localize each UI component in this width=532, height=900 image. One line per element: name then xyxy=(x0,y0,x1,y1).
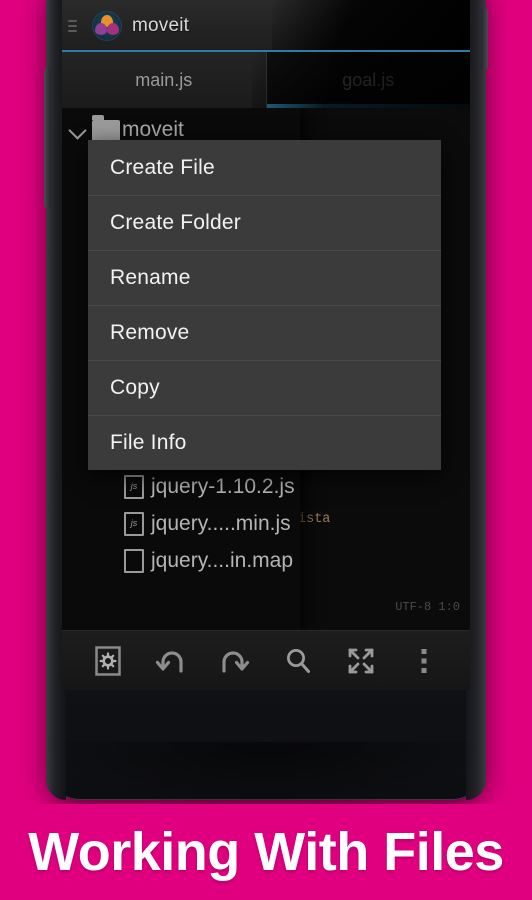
redo-icon[interactable] xyxy=(212,639,256,683)
list-item[interactable]: . jquery....in.map xyxy=(62,542,300,579)
settings-gear-icon[interactable] xyxy=(86,639,130,683)
action-bar: moveit xyxy=(62,0,470,52)
folder-icon xyxy=(92,114,120,141)
menu-item-label: Create File xyxy=(110,155,215,179)
menu-item-copy[interactable]: Copy xyxy=(88,360,441,415)
menu-item-rename[interactable]: Rename xyxy=(88,250,441,305)
menu-item-label: File Info xyxy=(110,431,187,454)
folder-label: moveit xyxy=(122,118,184,141)
menu-item-remove[interactable]: Remove xyxy=(88,305,441,360)
tab-label: goal.js xyxy=(342,69,395,90)
editor-status: UTF-8 1:0 xyxy=(395,600,460,614)
menu-item-create-file[interactable]: Create File xyxy=(88,140,441,195)
file-name: jquery.....min.js xyxy=(151,511,291,535)
tab-main-js[interactable]: main.js xyxy=(62,52,266,108)
overflow-menu-icon[interactable] xyxy=(402,639,446,683)
app-title: moveit xyxy=(132,15,190,36)
chevron-down-icon[interactable] xyxy=(68,120,88,140)
editor-content: goal_page', func n(g) { trin toMM ista l… xyxy=(62,108,470,630)
tab-bar: main.js goal.js xyxy=(62,52,470,108)
generic-file-icon: . xyxy=(124,548,144,573)
moveit-logo-icon xyxy=(92,11,122,41)
tab-goal-js[interactable]: goal.js xyxy=(265,52,470,108)
file-name: jquery-1.10.2.js xyxy=(151,474,295,498)
power-button[interactable] xyxy=(481,8,488,70)
search-icon[interactable] xyxy=(276,639,320,683)
menu-item-label: Rename xyxy=(110,266,191,289)
screenshot-root: moveit main.js goal.js goal_page', func … xyxy=(0,0,532,900)
file-name: jquery....in.map xyxy=(151,548,294,572)
editor-toolbar xyxy=(62,630,470,690)
menu-item-label: Remove xyxy=(110,321,190,344)
phone-screen: moveit main.js goal.js goal_page', func … xyxy=(62,0,470,690)
tab-label: main.js xyxy=(135,69,193,90)
list-item[interactable]: js jquery.....min.js xyxy=(62,505,300,542)
js-file-icon: js xyxy=(124,474,144,499)
promo-banner-text: Working With Files xyxy=(28,822,504,882)
context-menu: Create File Create Folder Rename Remove … xyxy=(88,140,441,470)
menu-item-label: Copy xyxy=(110,376,160,399)
menu-item-file-info[interactable]: File Info xyxy=(88,415,441,470)
menu-item-create-folder[interactable]: Create Folder xyxy=(88,195,441,250)
action-bar-shadow xyxy=(272,0,470,52)
promo-banner: Working With Files xyxy=(0,804,532,900)
js-file-icon: js xyxy=(124,511,144,536)
fullscreen-icon[interactable] xyxy=(339,639,383,683)
volume-button[interactable] xyxy=(44,68,51,208)
menu-item-label: Create Folder xyxy=(110,211,241,234)
undo-icon[interactable] xyxy=(149,639,193,683)
hamburger-icon[interactable] xyxy=(68,20,86,32)
list-item[interactable]: js jquery-1.10.2.js xyxy=(62,468,300,505)
